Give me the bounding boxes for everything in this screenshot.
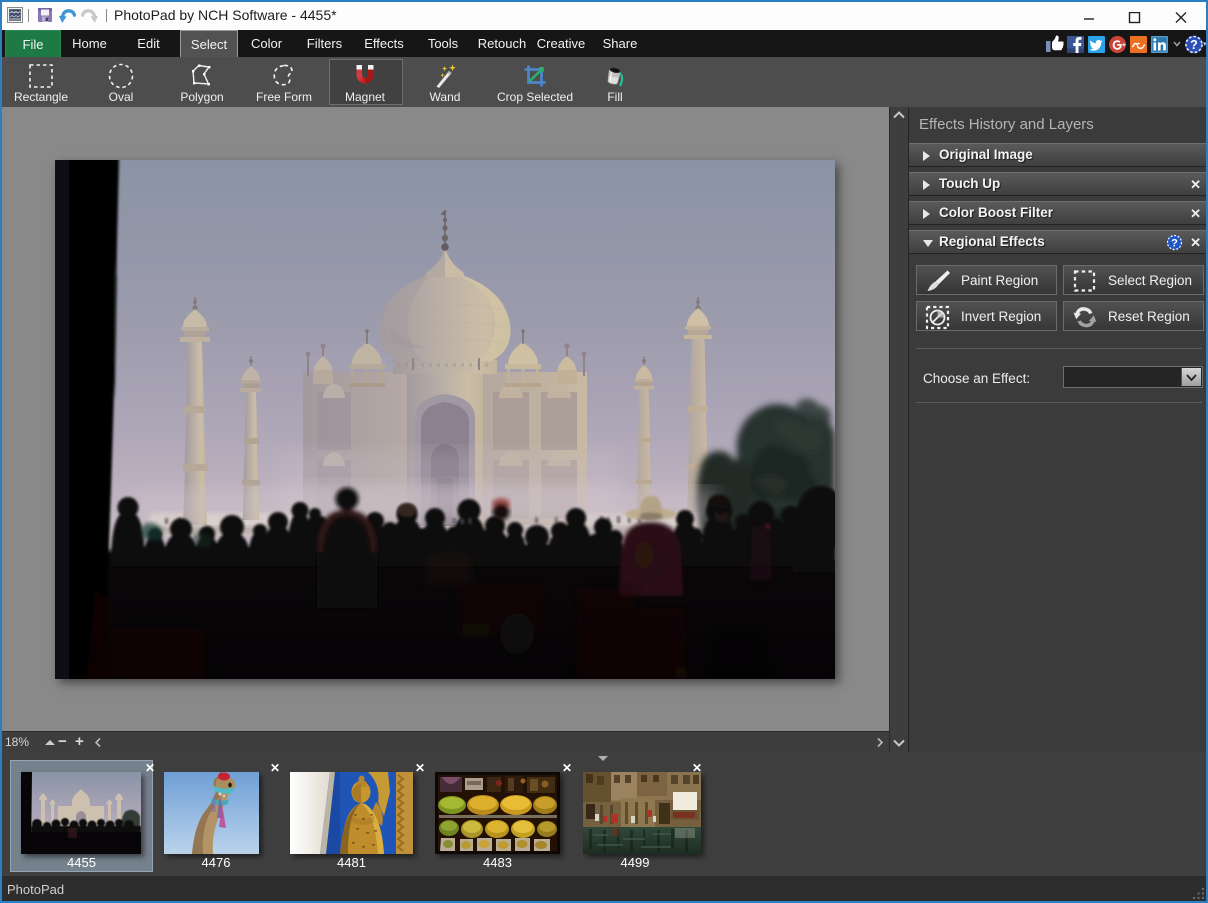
svg-text:?: ? bbox=[1190, 38, 1198, 52]
svg-text:?: ? bbox=[1171, 238, 1178, 250]
